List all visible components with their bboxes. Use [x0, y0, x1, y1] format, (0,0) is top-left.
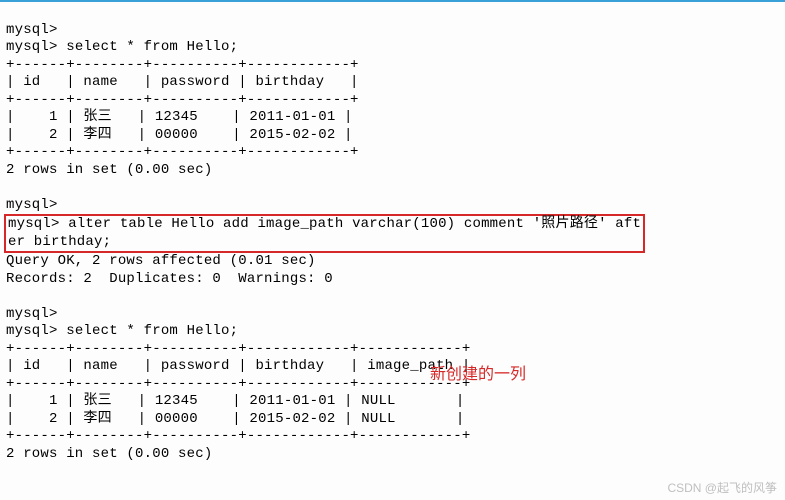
highlighted-alter-command: mysql> alter table Hello add image_path … — [4, 214, 645, 253]
table2-row: | 2 | 李四 | 00000 | 2015-02-02 | NULL | — [6, 411, 464, 427]
table1-border: +------+--------+----------+------------… — [6, 92, 359, 108]
table2-border: +------+--------+----------+------------… — [6, 341, 470, 357]
mysql-terminal[interactable]: mysql> mysql> select * from Hello; +----… — [0, 2, 785, 465]
watermark: CSDN @起飞的风筝 — [667, 479, 777, 496]
sql-select-1: select * from Hello; — [66, 39, 238, 55]
prompt: mysql> — [6, 323, 58, 339]
table2-border: +------+--------+----------+------------… — [6, 428, 470, 444]
table1-border: +------+--------+----------+------------… — [6, 57, 359, 73]
table2-border: +------+--------+----------+------------… — [6, 376, 470, 392]
prompt: mysql> — [6, 197, 58, 213]
table1-header: | id | name | password | birthday | — [6, 74, 359, 90]
sql-select-2: select * from Hello; — [66, 323, 238, 339]
table1-row: | 2 | 李四 | 00000 | 2015-02-02 | — [6, 127, 353, 143]
prompt: mysql> — [6, 39, 58, 55]
annotation-new-column: 新创建的一列 — [430, 360, 526, 384]
prompt: mysql> — [6, 306, 58, 322]
sql-alter: alter table Hello add image_path varchar… — [8, 216, 641, 250]
table2-header: | id | name | password | birthday | imag… — [6, 358, 470, 374]
prompt: mysql> — [8, 216, 60, 232]
table1-row: | 1 | 张三 | 12345 | 2011-01-01 | — [6, 109, 353, 125]
alter-result-line2: Records: 2 Duplicates: 0 Warnings: 0 — [6, 271, 333, 287]
table2-row: | 1 | 张三 | 12345 | 2011-01-01 | NULL | — [6, 393, 464, 409]
table1-border: +------+--------+----------+------------… — [6, 144, 359, 160]
table1-summary: 2 rows in set (0.00 sec) — [6, 162, 212, 178]
table2-summary: 2 rows in set (0.00 sec) — [6, 446, 212, 462]
alter-result-line1: Query OK, 2 rows affected (0.01 sec) — [6, 253, 316, 269]
prompt: mysql> — [6, 22, 58, 38]
